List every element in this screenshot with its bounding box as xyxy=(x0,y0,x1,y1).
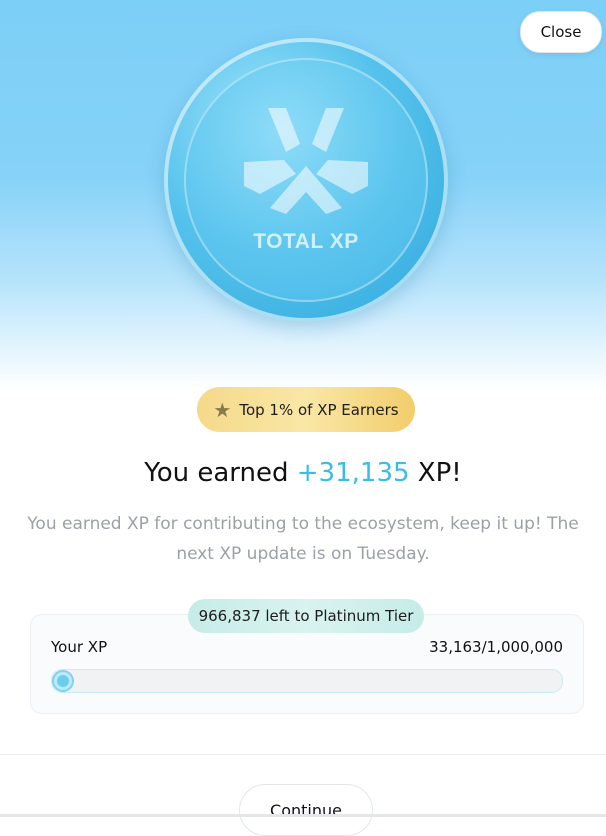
headline-suffix: XP! xyxy=(409,458,462,488)
headline-prefix: You earned xyxy=(144,458,297,488)
star-icon: ★ xyxy=(213,397,232,422)
badge-text: Top 1% of XP Earners xyxy=(239,400,399,419)
your-xp-label: Your XP xyxy=(51,638,108,656)
xp-count: 33,163/1,000,000 xyxy=(429,638,563,656)
xp-logo-icon xyxy=(244,108,368,214)
xp-gain-amount: +31,135 xyxy=(296,458,410,488)
footer-divider xyxy=(0,754,606,755)
xp-progress-bar xyxy=(51,669,563,693)
progress-knob-icon xyxy=(54,672,72,690)
total-xp-coin: TOTAL XP xyxy=(164,38,448,322)
continue-button[interactable]: Continue xyxy=(239,784,373,836)
earned-headline: You earned +31,135 XP! xyxy=(0,458,606,488)
coin-label: TOTAL XP xyxy=(253,230,359,253)
earned-description: You earned XP for contributing to the ec… xyxy=(27,514,579,564)
close-button[interactable]: Close xyxy=(520,11,602,53)
tier-remaining-pill: 966,837 left to Platinum Tier xyxy=(188,599,424,633)
top-earner-badge: ★ Top 1% of XP Earners xyxy=(197,387,415,432)
